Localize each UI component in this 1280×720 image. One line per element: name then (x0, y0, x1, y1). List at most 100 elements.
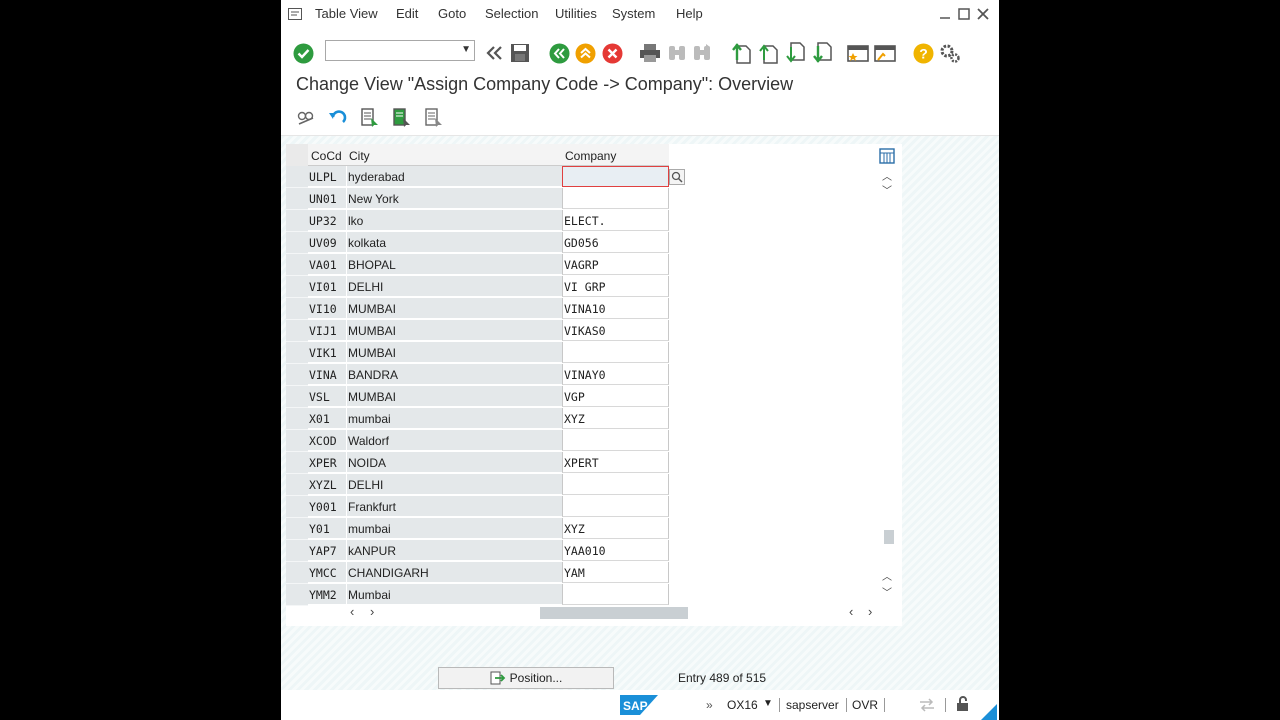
cell-company[interactable]: VINA10 (562, 298, 669, 319)
deselect-all-icon[interactable] (423, 107, 445, 129)
close-icon[interactable] (977, 8, 989, 20)
row-selector[interactable] (286, 408, 308, 430)
cell-company[interactable]: XYZ (562, 518, 669, 539)
status-dropdown-icon[interactable]: ▼ (763, 698, 773, 709)
cell-city: BHOPAL (346, 254, 562, 275)
row-selector[interactable] (286, 386, 308, 408)
hscroll-thumb[interactable] (540, 607, 688, 619)
cell-company[interactable]: YAM (562, 562, 669, 583)
row-selector[interactable] (286, 210, 308, 232)
cell-company[interactable] (562, 474, 669, 495)
scroll-down-bottom-icon[interactable]: ﹀ (882, 584, 892, 599)
cell-company[interactable]: VI GRP (562, 276, 669, 297)
cell-company[interactable]: YAA010 (562, 540, 669, 561)
menu-selection[interactable]: Selection (485, 6, 538, 21)
row-selector[interactable] (286, 562, 308, 584)
first-page-icon[interactable] (730, 42, 752, 64)
cell-company[interactable]: VAGRP (562, 254, 669, 275)
find-next-icon[interactable] (691, 42, 713, 64)
vertical-scrollbar[interactable]: ︿ ﹀ ︿ ﹀ (879, 144, 897, 602)
last-page-icon[interactable] (811, 42, 833, 64)
scroll-left-end-icon[interactable]: ‹ (849, 604, 853, 619)
menu-goto[interactable]: Goto (438, 6, 466, 21)
exit-icon[interactable] (574, 42, 596, 64)
menu-utilities[interactable]: Utilities (555, 6, 597, 21)
menu-edit[interactable]: Edit (396, 6, 418, 21)
row-selector[interactable] (286, 364, 308, 386)
status-expand-icon[interactable]: » (706, 698, 713, 712)
table-settings-icon[interactable] (879, 148, 895, 164)
column-header-cocd[interactable]: CoCd (308, 144, 346, 166)
row-selector[interactable] (286, 342, 308, 364)
cell-company[interactable]: XYZ (562, 408, 669, 429)
save-icon[interactable] (509, 42, 531, 64)
minimize-icon[interactable] (939, 8, 951, 20)
undo-icon[interactable] (327, 107, 349, 129)
status-insert-mode[interactable]: OVR (852, 698, 878, 712)
row-selector[interactable] (286, 254, 308, 276)
chevron-down-icon[interactable]: ▼ (461, 44, 471, 55)
print-icon[interactable] (639, 42, 661, 64)
cancel-icon[interactable] (601, 42, 623, 64)
menu-system[interactable]: System (612, 6, 655, 21)
row-selector[interactable] (286, 232, 308, 254)
position-button[interactable]: Position... (438, 667, 614, 689)
row-selector[interactable] (286, 188, 308, 210)
cell-company[interactable] (562, 496, 669, 517)
horizontal-scrollbar[interactable]: ‹ › ‹ › (286, 602, 902, 622)
row-selector[interactable] (286, 430, 308, 452)
search-help-icon[interactable] (669, 169, 685, 185)
row-selector[interactable] (286, 276, 308, 298)
scroll-right-end-icon[interactable]: › (868, 604, 872, 619)
maximize-icon[interactable] (958, 8, 970, 20)
lock-icon[interactable] (955, 696, 971, 712)
cell-company[interactable]: XPERT (562, 452, 669, 473)
cell-company[interactable]: VINAY0 (562, 364, 669, 385)
command-field[interactable]: ▼ (325, 40, 475, 61)
scroll-up-bottom-icon[interactable]: ︿ (882, 568, 892, 583)
column-header-company[interactable]: Company (562, 144, 669, 166)
menu-help[interactable]: Help (676, 6, 703, 21)
cell-company[interactable]: ELECT. (562, 210, 669, 231)
page-title: Change View "Assign Company Code -> Comp… (296, 74, 794, 94)
help-icon[interactable]: ? (912, 42, 934, 64)
display-change-icon[interactable] (295, 107, 317, 129)
next-page-icon[interactable] (784, 42, 806, 64)
cell-company[interactable] (562, 342, 669, 363)
row-selector[interactable] (286, 320, 308, 342)
system-menu-icon[interactable] (288, 8, 302, 20)
cell-company[interactable]: VGP (562, 386, 669, 407)
row-selector[interactable] (286, 496, 308, 518)
company-input-focused[interactable] (562, 166, 669, 187)
cell-company[interactable]: VIKAS0 (562, 320, 669, 341)
row-selector[interactable] (286, 298, 308, 320)
menu-table-view[interactable]: Table View (315, 6, 378, 21)
cell-company[interactable] (562, 188, 669, 209)
scroll-thumb[interactable] (884, 530, 894, 544)
select-block-icon[interactable] (391, 107, 413, 129)
back-double-chevron-icon[interactable] (483, 42, 505, 64)
scroll-left-icon[interactable]: ‹ (350, 604, 354, 619)
row-selector[interactable] (286, 540, 308, 562)
previous-page-icon[interactable] (757, 42, 779, 64)
scroll-down-icon[interactable]: ﹀ (882, 182, 892, 197)
enter-icon[interactable] (292, 42, 314, 64)
customize-layout-icon[interactable] (939, 42, 961, 64)
row-selector[interactable] (286, 166, 308, 188)
column-header-city[interactable]: City (346, 144, 562, 166)
status-transaction[interactable]: OX16 (727, 698, 758, 712)
row-selector[interactable] (286, 452, 308, 474)
resize-grip-icon[interactable] (981, 704, 997, 720)
cell-company[interactable]: GD056 (562, 232, 669, 253)
scroll-right-icon[interactable]: › (370, 604, 374, 619)
back-icon[interactable] (548, 42, 570, 64)
scroll-up-icon[interactable]: ︿ (882, 168, 892, 183)
row-selector[interactable] (286, 474, 308, 496)
create-session-icon[interactable] (847, 42, 869, 64)
generate-shortcut-icon[interactable] (874, 42, 896, 64)
select-all-icon[interactable] (359, 107, 381, 129)
select-all-header[interactable] (286, 144, 308, 167)
row-selector[interactable] (286, 518, 308, 540)
find-icon[interactable] (666, 42, 688, 64)
cell-company[interactable] (562, 430, 669, 451)
